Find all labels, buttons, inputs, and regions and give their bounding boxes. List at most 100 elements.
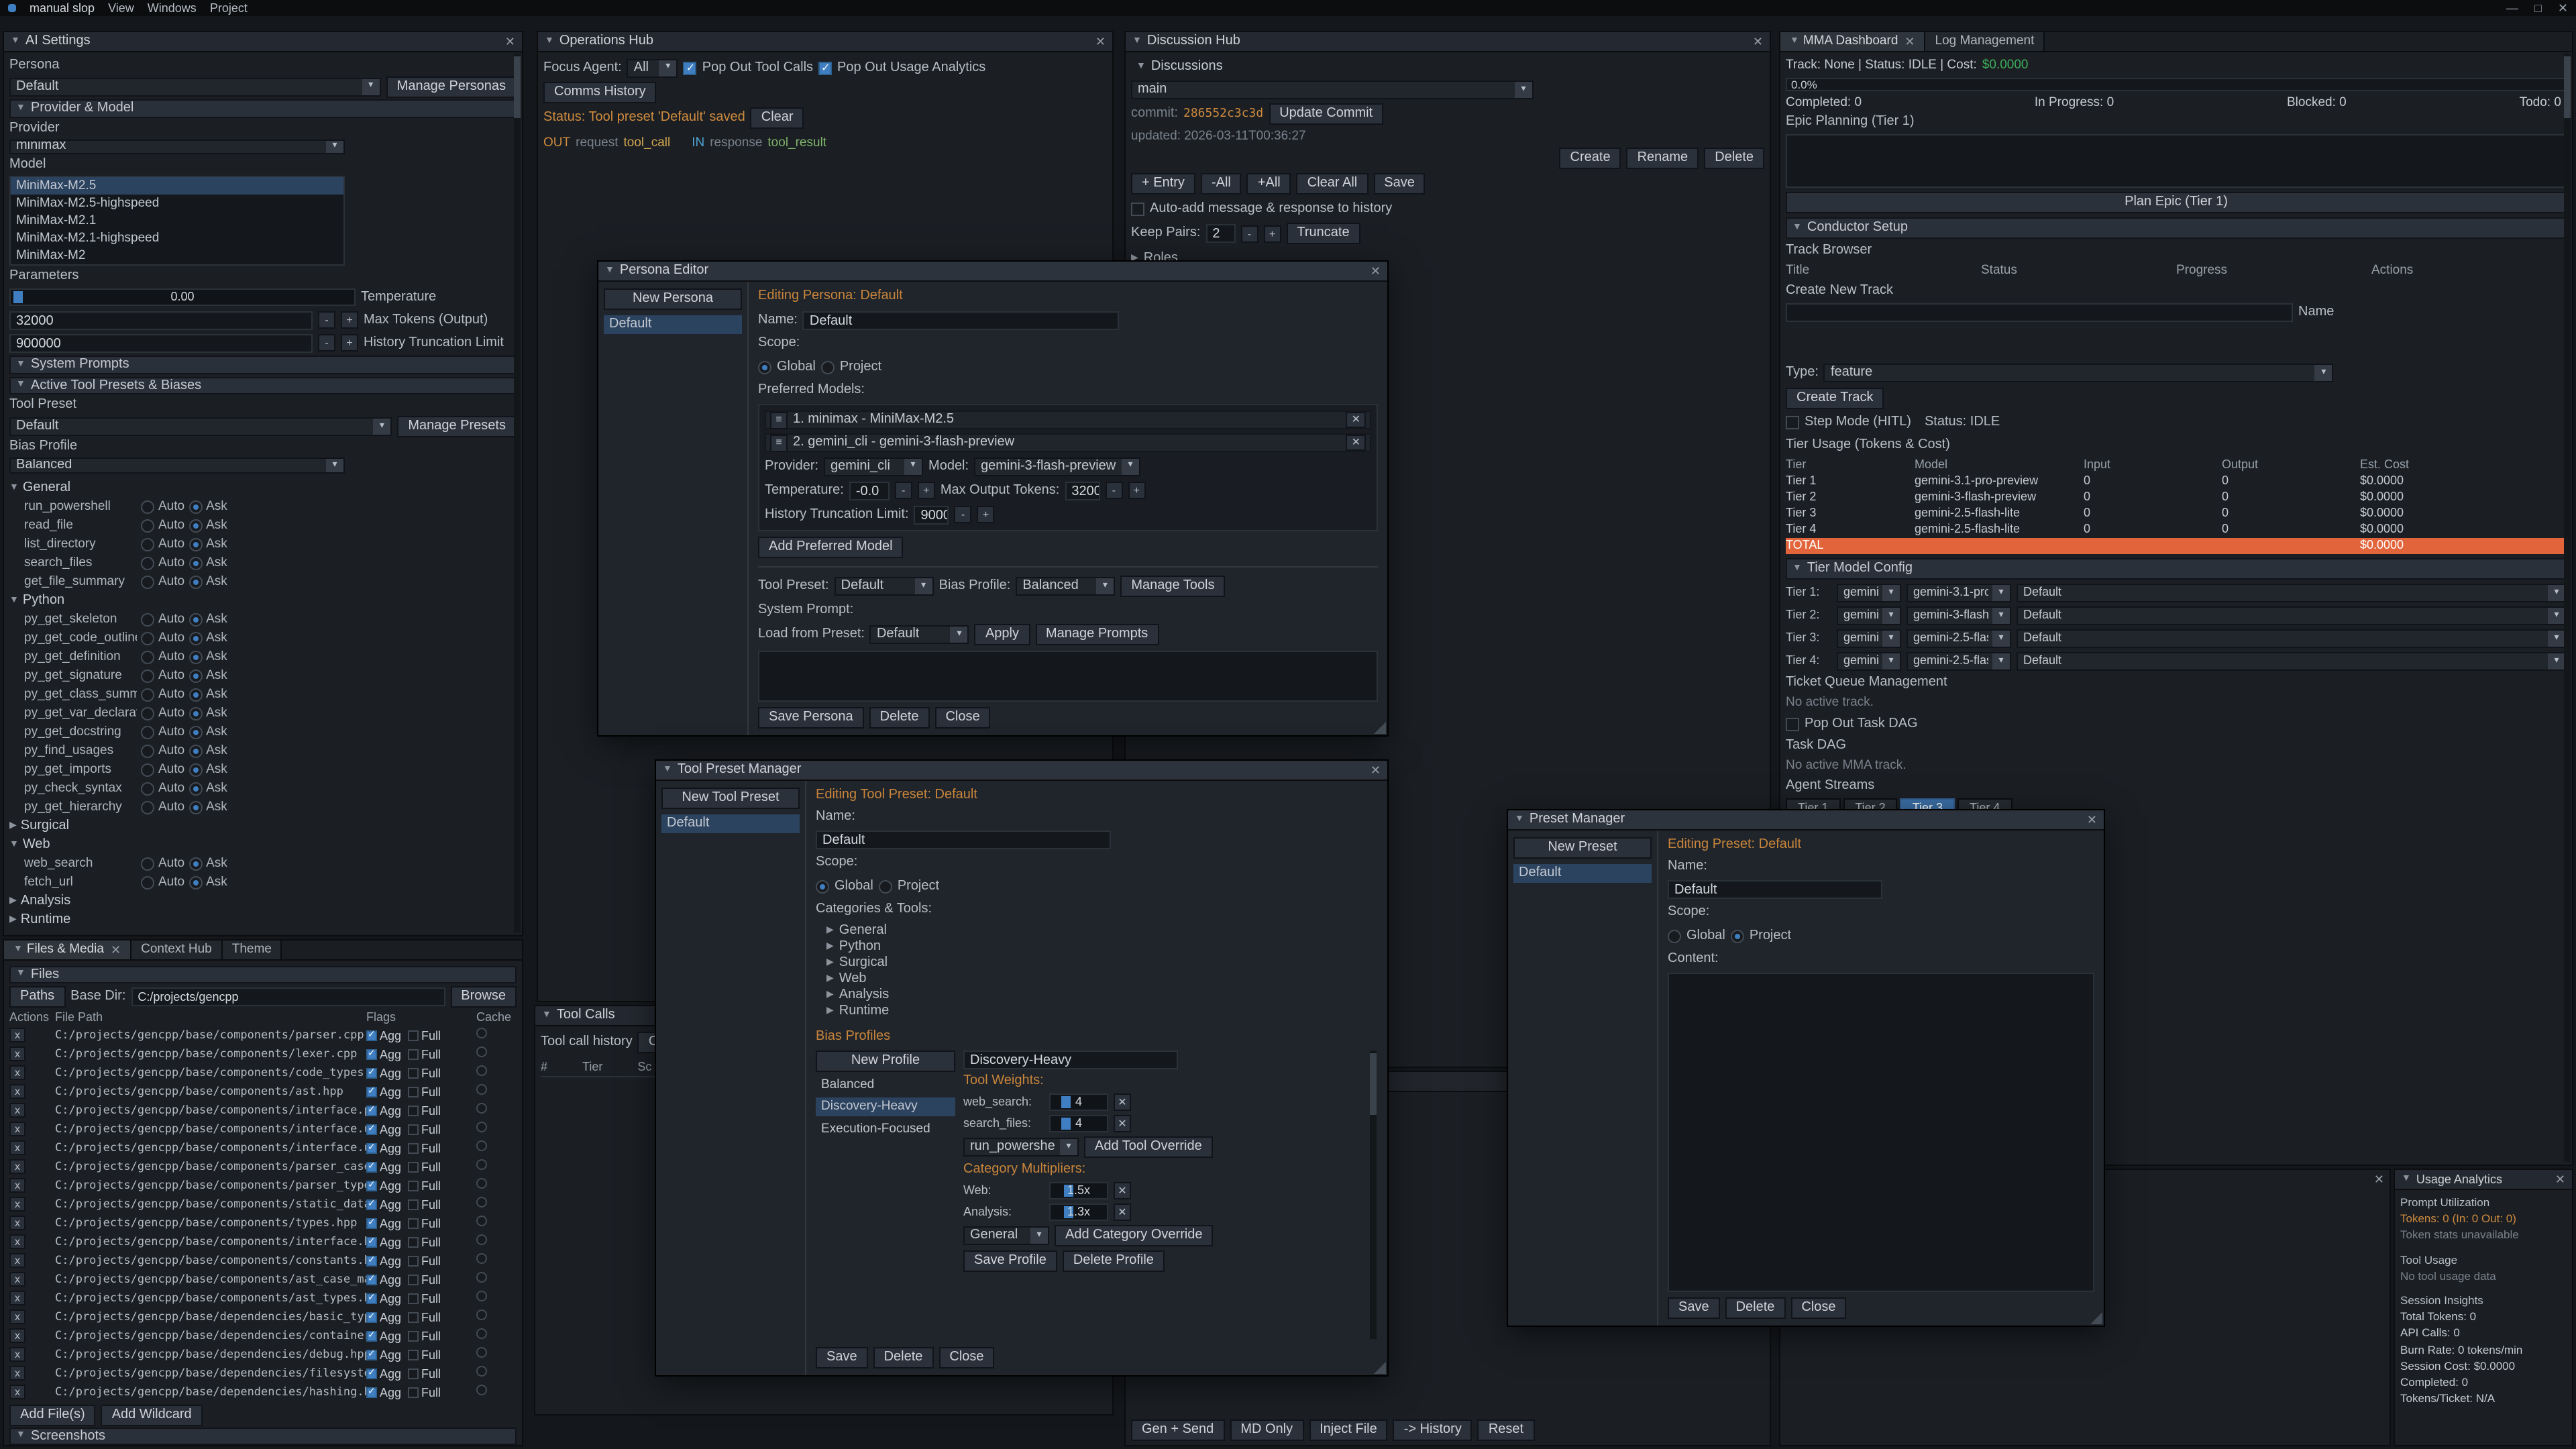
tab-log-management[interactable]: Log Management xyxy=(1926,32,2045,51)
new-persona-button[interactable]: New Persona xyxy=(604,288,742,310)
scrollbar[interactable] xyxy=(2564,54,2571,1162)
system-prompts-section[interactable]: ▼System Prompts xyxy=(9,356,517,374)
paths-button[interactable]: Paths xyxy=(9,985,65,1007)
agg-checkbox[interactable] xyxy=(366,1331,377,1342)
full-checkbox[interactable] xyxy=(408,1181,419,1191)
ask-radio[interactable] xyxy=(189,632,202,645)
increment-button[interactable]: + xyxy=(1263,225,1281,243)
full-checkbox[interactable] xyxy=(408,1068,419,1079)
auto-radio[interactable] xyxy=(141,613,154,627)
auto-radio[interactable] xyxy=(141,707,154,720)
slider-grab[interactable] xyxy=(13,291,23,303)
agg-checkbox[interactable] xyxy=(366,1275,377,1285)
auto-radio[interactable] xyxy=(141,519,154,533)
cache-indicator[interactable] xyxy=(476,1046,487,1057)
remove-model-button[interactable]: ✕ xyxy=(1346,412,1366,428)
slider-grab[interactable] xyxy=(1061,1118,1071,1130)
bias-profile-item[interactable]: Balanced xyxy=(816,1076,955,1094)
increment-button[interactable]: + xyxy=(341,334,358,352)
cache-indicator[interactable] xyxy=(476,1065,487,1076)
group-arrow-icon[interactable]: ▼ xyxy=(9,483,19,494)
add-preferred-model-button[interactable]: Add Preferred Model xyxy=(758,537,904,558)
auto-radio[interactable] xyxy=(141,876,154,890)
weight-slider[interactable]: 4 xyxy=(1049,1115,1108,1132)
pm-max-tokens-input[interactable]: 32000 xyxy=(1065,481,1099,500)
profile-name-input[interactable]: Discovery-Heavy xyxy=(963,1051,1178,1069)
remove-file-button[interactable]: x xyxy=(9,1291,25,1305)
auto-radio[interactable] xyxy=(141,782,154,796)
panel-tab[interactable]: ▼ Theme ✕ xyxy=(223,941,282,959)
bias-profile-item[interactable]: Discovery-Heavy xyxy=(816,1098,955,1116)
ask-radio[interactable] xyxy=(189,782,202,796)
decrement-button[interactable]: - xyxy=(318,311,335,329)
composer-button[interactable]: -> History xyxy=(1393,1419,1472,1441)
resize-grip[interactable] xyxy=(2090,1312,2102,1324)
menu-item[interactable]: Project xyxy=(210,1,248,15)
tool-preset-select[interactable]: Default▾ xyxy=(835,577,934,596)
active-presets-section[interactable]: ▼Active Tool Presets & Biases xyxy=(9,377,517,395)
full-checkbox[interactable] xyxy=(408,1350,419,1360)
close-icon[interactable]: ✕ xyxy=(505,34,515,49)
model-option[interactable]: MiniMax-M2 xyxy=(11,247,343,264)
collapse-arrow-icon[interactable]: ▼ xyxy=(663,765,672,776)
agg-checkbox[interactable] xyxy=(366,1162,377,1173)
ask-radio[interactable] xyxy=(189,801,202,814)
increment-button[interactable]: + xyxy=(341,311,358,329)
load-preset-select[interactable]: Default▾ xyxy=(870,625,969,644)
cache-indicator[interactable] xyxy=(476,1385,487,1395)
tab-mma-dashboard[interactable]: ▼ MMA Dashboard ✕ xyxy=(1780,32,1926,51)
close-icon[interactable]: ✕ xyxy=(1371,264,1381,278)
tier-model-config-section[interactable]: ▼Tier Model Config xyxy=(1786,558,2567,580)
full-checkbox[interactable] xyxy=(408,1124,419,1135)
persona-select[interactable]: Default▾ xyxy=(9,77,381,96)
full-checkbox[interactable] xyxy=(408,1199,419,1210)
full-checkbox[interactable] xyxy=(408,1087,419,1097)
persona-name-input[interactable]: Default xyxy=(803,311,1120,329)
agg-checkbox[interactable] xyxy=(366,1030,377,1041)
close-icon[interactable]: ✕ xyxy=(2374,1173,2384,1187)
discussion-hub-header[interactable]: ▼ Discussion Hub ✕ xyxy=(1126,32,1770,52)
composer-button[interactable]: Inject File xyxy=(1309,1419,1388,1441)
auto-radio[interactable] xyxy=(141,538,154,551)
tier-model-select[interactable]: gemini-2.5-flash▾ xyxy=(1907,652,2011,671)
ai-settings-header[interactable]: ▼ AI Settings ✕ xyxy=(4,32,522,52)
cache-indicator[interactable] xyxy=(476,1140,487,1151)
auto-radio[interactable] xyxy=(141,576,154,589)
remove-multiplier-button[interactable]: ✕ xyxy=(1114,1203,1131,1221)
category-node[interactable]: ▶ General xyxy=(816,923,1378,939)
panel-tab[interactable]: ▼ Context Hub ✕ xyxy=(131,941,223,959)
save-button[interactable]: Save xyxy=(816,1347,868,1368)
increment-button[interactable]: + xyxy=(977,506,995,523)
agg-checkbox[interactable] xyxy=(366,1350,377,1360)
collapse-arrow-icon[interactable]: ▼ xyxy=(1515,814,1524,826)
manage-prompts-button[interactable]: Manage Prompts xyxy=(1035,624,1159,645)
expand-all-button[interactable]: +All xyxy=(1247,174,1291,195)
category-node[interactable]: ▶ Surgical xyxy=(816,955,1378,971)
ask-radio[interactable] xyxy=(189,763,202,777)
full-checkbox[interactable] xyxy=(408,1275,419,1285)
add-entry-button[interactable]: + Entry xyxy=(1131,174,1195,195)
resize-grip[interactable] xyxy=(1374,722,1386,734)
increment-button[interactable]: + xyxy=(1128,482,1145,499)
close-icon[interactable]: ✕ xyxy=(1904,34,1915,49)
remove-file-button[interactable]: x xyxy=(9,1197,25,1212)
tier-model-select[interactable]: gemini-2.5-flash▾ xyxy=(1907,629,2011,648)
agg-checkbox[interactable] xyxy=(366,1087,377,1097)
collapse-arrow-icon[interactable]: ▼ xyxy=(605,266,614,277)
close-button[interactable]: Close xyxy=(938,1347,994,1368)
remove-file-button[interactable]: x xyxy=(9,1216,25,1230)
files-section[interactable]: ▼Files xyxy=(9,966,517,983)
preferred-model-row[interactable]: ≡ 2. gemini_cli - gemini-3-flash-preview… xyxy=(765,433,1371,452)
comms-history-button[interactable]: Comms History xyxy=(543,82,657,103)
save-discussion-button[interactable]: Save xyxy=(1373,174,1426,195)
expand-arrow-icon[interactable]: ▶ xyxy=(826,958,834,969)
full-checkbox[interactable] xyxy=(408,1030,419,1041)
pop-out-dag-checkbox[interactable] xyxy=(1786,717,1799,731)
group-arrow-icon[interactable]: ▶ xyxy=(9,821,17,833)
pm-temperature-input[interactable]: -0.0 xyxy=(849,481,890,500)
weight-slider[interactable]: 4 xyxy=(1049,1093,1108,1111)
manage-presets-button[interactable]: Manage Presets xyxy=(397,416,517,437)
composer-button[interactable]: Gen + Send xyxy=(1131,1419,1224,1441)
delete-profile-button[interactable]: Delete Profile xyxy=(1063,1250,1165,1272)
discussion-select[interactable]: main▾ xyxy=(1131,80,1534,99)
